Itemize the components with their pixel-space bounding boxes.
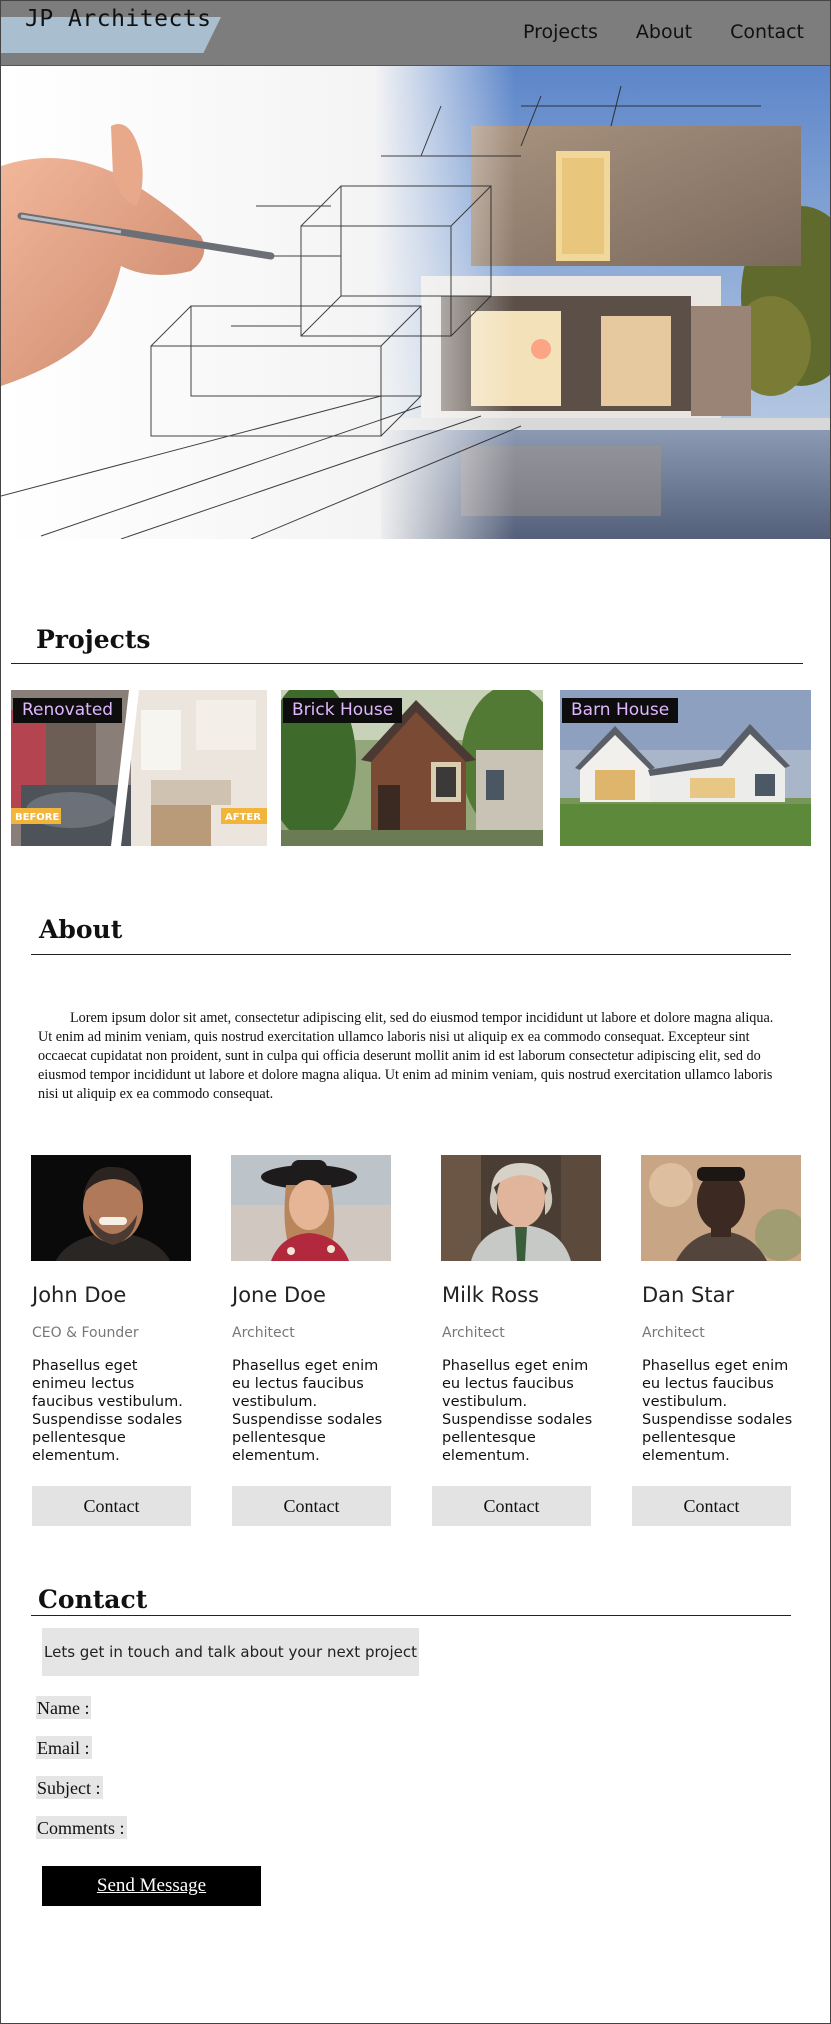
project-label-renovated: Renovated <box>13 698 123 723</box>
team-description: Phasellus eget enim eu lectus faucibus v… <box>442 1358 593 1464</box>
contact-button-dan-star[interactable]: Contact <box>632 1486 791 1526</box>
team-name: Milk Ross <box>442 1283 540 1307</box>
after-tag: AFTER <box>225 812 261 823</box>
nav-link-contact[interactable]: Contact <box>730 21 804 43</box>
project-label-barn-house: Barn House <box>562 698 679 723</box>
team-photo-dan-star <box>641 1155 801 1261</box>
team-role: CEO & Founder <box>32 1325 139 1341</box>
nav-link-projects[interactable]: Projects <box>523 21 598 43</box>
team-role: Architect <box>442 1325 505 1341</box>
team-role: Architect <box>642 1325 705 1341</box>
page: JP Architects Projects About Contact Pro… <box>0 0 831 2024</box>
subject-label: Subject : <box>36 1776 103 1799</box>
team-description: Phasellus eget enim eu lectus faucibus v… <box>642 1358 793 1464</box>
projects-divider <box>11 663 803 664</box>
contact-divider <box>31 1615 791 1616</box>
project-card-brick-house[interactable]: Brick House <box>281 690 543 846</box>
contact-heading: Contact <box>38 1585 148 1614</box>
before-tag: BEFORE <box>15 812 59 823</box>
projects-heading: Projects <box>36 625 151 654</box>
nav-link-about[interactable]: About <box>636 21 692 43</box>
top-navigation-bar: JP Architects Projects About Contact <box>1 1 830 66</box>
about-divider <box>31 954 791 955</box>
contact-button-milk-ross[interactable]: Contact <box>432 1486 591 1526</box>
project-label-brick-house: Brick House <box>283 698 403 723</box>
email-label: Email : <box>36 1736 92 1759</box>
contact-intro-text: Lets get in touch and talk about your ne… <box>42 1628 419 1676</box>
team-name: John Doe <box>32 1283 127 1307</box>
contact-button-john-doe[interactable]: Contact <box>32 1486 191 1526</box>
name-label: Name : <box>36 1696 92 1719</box>
hero-image <box>1 66 830 539</box>
comments-label: Comments : <box>36 1816 127 1839</box>
brand-logo-text[interactable]: JP Architects <box>1 1 212 37</box>
send-message-button[interactable]: Send Message <box>42 1866 261 1906</box>
team-name: Jone Doe <box>232 1283 326 1307</box>
team-description: Phasellus eget enim eu lectus faucibus v… <box>232 1358 383 1464</box>
about-heading: About <box>39 915 123 944</box>
contact-button-jone-doe[interactable]: Contact <box>232 1486 391 1526</box>
project-card-barn-house[interactable]: Barn House <box>560 690 811 846</box>
team-photo-jone-doe <box>231 1155 391 1261</box>
team-photo-john-doe <box>31 1155 191 1261</box>
team-name: Dan Star <box>642 1283 735 1307</box>
about-paragraph: Lorem ipsum dolor sit amet, consectetur … <box>38 1010 774 1102</box>
team-photo-milk-ross <box>441 1155 601 1261</box>
team-description: Phasellus eget enimeu lectus faucibus ve… <box>32 1358 183 1464</box>
team-role: Architect <box>232 1325 295 1341</box>
project-card-renovated[interactable]: BEFORE AFTER Renovated <box>11 690 267 846</box>
main-nav: Projects About Contact <box>523 21 804 43</box>
